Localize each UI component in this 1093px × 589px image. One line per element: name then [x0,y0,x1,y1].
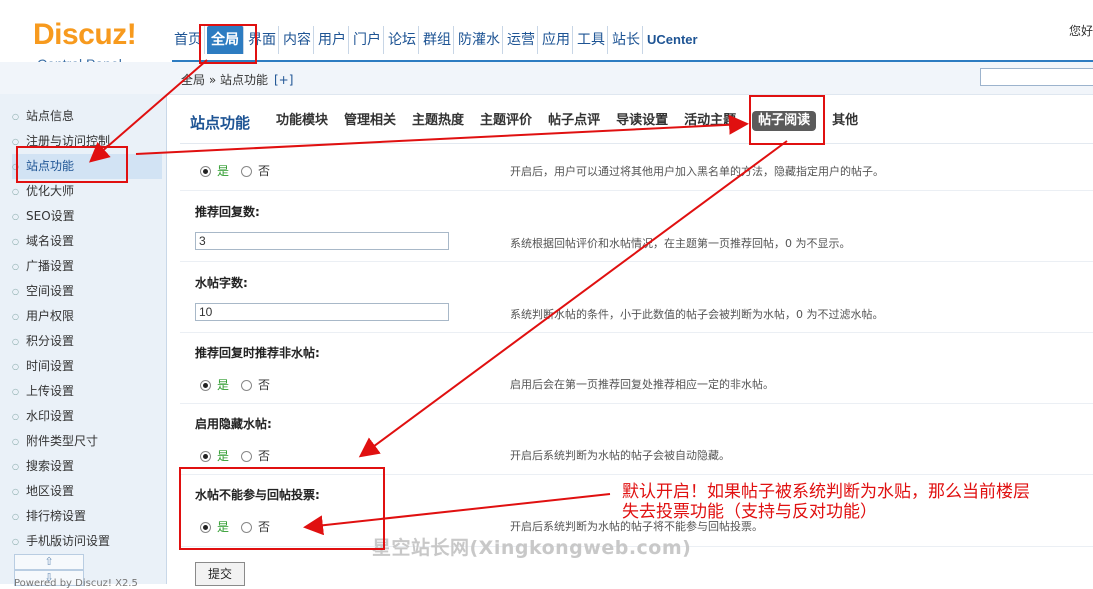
arrow-note-to-radio [303,493,611,536]
arrow-sidebar-to-tab [135,114,749,155]
annotation-note: 默认开启！如果帖子被系统判断为水贴，那么当前楼层 失去投票功能（支持与反对功能） [622,482,1030,522]
annotation-line-1: 默认开启！如果帖子被系统判断为水贴，那么当前楼层 [622,482,1030,502]
arrow-nav-to-sidebar [88,59,208,163]
arrow-tab-to-setting [358,140,788,458]
annotation-line-2: 失去投票功能（支持与反对功能） [622,502,877,522]
